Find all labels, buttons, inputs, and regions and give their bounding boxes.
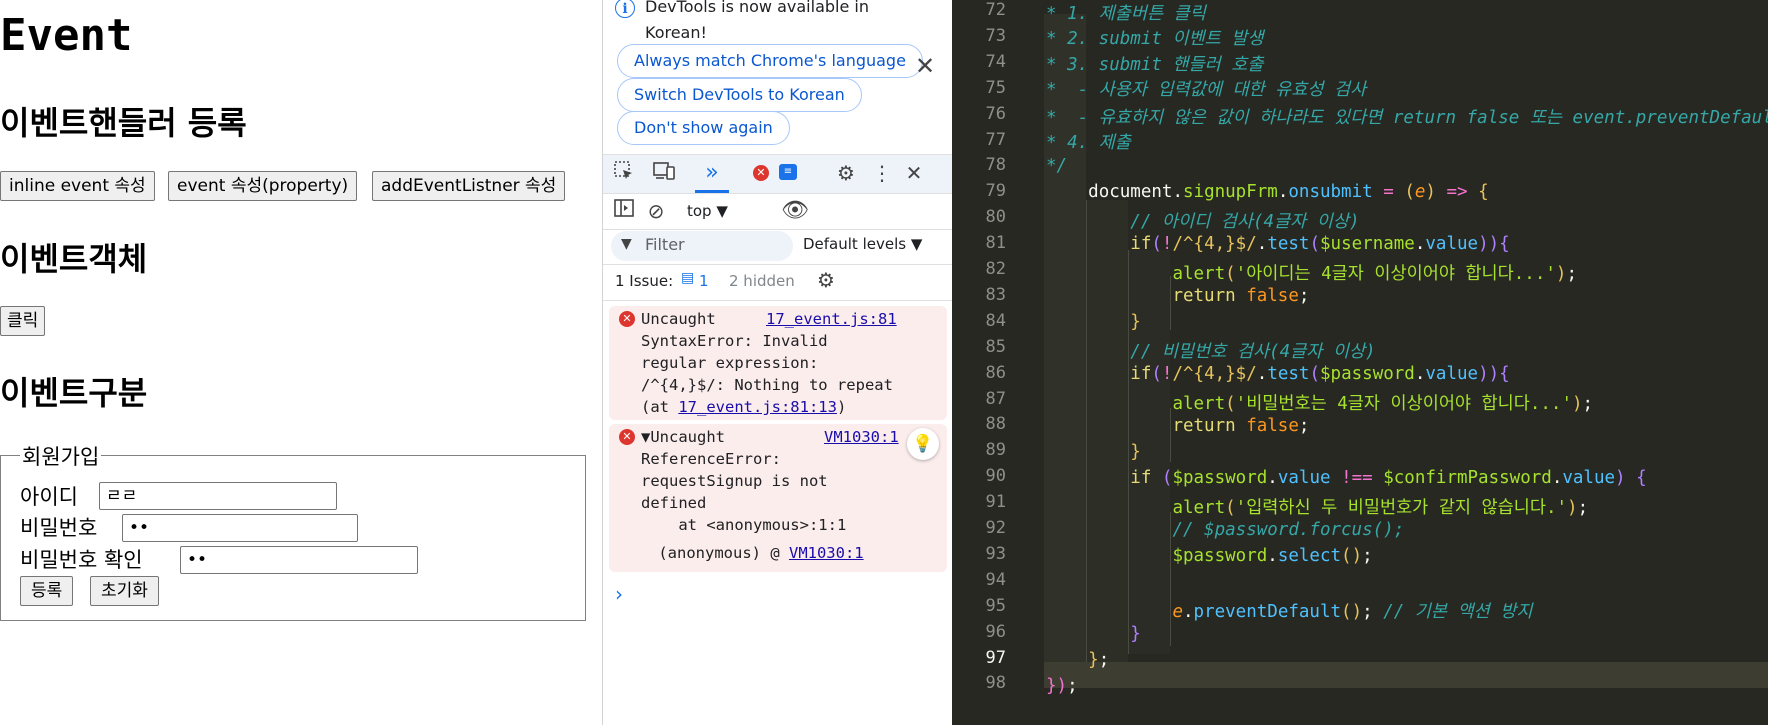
line-number: 91: [985, 492, 1006, 513]
stack-frame-link[interactable]: VM1030:1: [789, 544, 864, 562]
console-toolbar: ⊘ top ▼ 👁: [603, 193, 953, 230]
add-event-listener-button[interactable]: addEventListner 속성: [372, 171, 566, 201]
filter-icon: ▼: [621, 236, 632, 252]
error-message-line: ReferenceError:: [641, 450, 781, 468]
more-tabs-icon[interactable]: »: [699, 160, 725, 186]
line-number: 96: [985, 621, 1006, 642]
line-number: 76: [985, 103, 1006, 124]
line-number-gutter: 72 73 74 75 76 77 78 79 80 81 82 83 84 85 86 87 88 89 90 91…: [952, 0, 1012, 725]
issues-message-icon: ▤: [681, 270, 695, 286]
line-number: 94: [985, 569, 1006, 590]
hidden-count: 2 hidden: [729, 272, 795, 290]
clear-console-icon[interactable]: ⊘: [643, 198, 669, 224]
live-expression-eye-icon[interactable]: 👁: [781, 198, 809, 224]
close-devtools-icon[interactable]: ✕: [901, 160, 927, 186]
devtools-panel: i DevTools is now available in Korean! A…: [602, 0, 953, 725]
line-number: 73: [985, 25, 1006, 46]
line-number: 74: [985, 51, 1006, 72]
switch-to-korean-button[interactable]: Switch DevTools to Korean: [617, 78, 862, 112]
error-stack-line: at <anonymous>:1:1: [641, 516, 847, 534]
username-input[interactable]: ㄹㄹ: [99, 482, 337, 510]
ai-insight-lightbulb-icon[interactable]: 💡: [907, 428, 939, 460]
password-label: 비밀번호: [20, 516, 98, 540]
console-prompt[interactable]: ›: [615, 582, 623, 606]
line-number: 97: [985, 647, 1006, 668]
log-levels-dropdown[interactable]: Default levels ▼: [803, 235, 922, 253]
line-number: 89: [985, 440, 1006, 461]
page-title: Event: [0, 10, 133, 61]
inspect-element-icon[interactable]: [611, 160, 637, 186]
always-match-language-button[interactable]: Always match Chrome's language: [617, 44, 923, 78]
device-toolbar-icon[interactable]: [651, 160, 677, 186]
line-number: 93: [985, 543, 1006, 564]
error-source-link[interactable]: VM1030:1: [824, 426, 899, 448]
line-number: 80: [985, 207, 1006, 228]
issues-label[interactable]: 1 Issue:: [615, 272, 673, 290]
settings-gear-icon[interactable]: ⚙: [833, 160, 859, 186]
line-number: 82: [985, 259, 1006, 279]
event-property-button[interactable]: event 속성(property): [168, 171, 358, 201]
console-error-reference: ✕ ▼Uncaught VM1030:1 ReferenceError: req…: [609, 424, 947, 572]
error-uncaught-label: Uncaught: [641, 310, 716, 328]
messages-badge-icon[interactable]: ≡: [779, 164, 797, 180]
section-title-event-object: 이벤트객체: [0, 240, 148, 278]
sidebar-toggle-icon[interactable]: [611, 198, 637, 224]
info-icon: i: [615, 0, 635, 18]
error-location-link[interactable]: 17_event.js:81:13: [678, 398, 837, 416]
line-number: 95: [985, 595, 1006, 616]
line-number: 81: [985, 233, 1006, 254]
error-message-line: requestSignup is not: [641, 472, 828, 490]
language-banner-text: DevTools is now available in Korean!: [645, 0, 869, 42]
error-message-line: SyntaxError: Invalid: [641, 332, 828, 350]
error-icon: ✕: [619, 429, 635, 445]
error-message-line: /^{4,}$/: Nothing to repeat: [641, 376, 893, 394]
section-title-handler: 이벤트핸들러 등록: [0, 104, 247, 142]
line-number: 90: [985, 466, 1006, 487]
line-number: 85: [985, 336, 1006, 357]
error-icon: ✕: [619, 311, 635, 327]
error-stack-frame: (anonymous) @ VM1030:1: [649, 544, 864, 562]
line-number: 72: [985, 0, 1006, 20]
context-selector[interactable]: top ▼: [687, 202, 728, 220]
issues-count[interactable]: 1: [699, 272, 709, 290]
line-number: 98: [985, 673, 1006, 694]
error-message-line: defined: [641, 494, 707, 512]
kebab-menu-icon[interactable]: ⋮: [869, 160, 895, 186]
console-error-syntax: ✕ Uncaught 17_event.js:81 SyntaxError: I…: [609, 306, 947, 420]
error-uncaught-label[interactable]: ▼Uncaught: [641, 426, 725, 448]
dont-show-again-button[interactable]: Don't show again: [617, 111, 790, 145]
filter-placeholder: Filter: [645, 235, 685, 254]
console-settings-gear-icon[interactable]: ⚙: [817, 268, 835, 292]
error-location-line: (at 17_event.js:81:13): [641, 398, 847, 416]
line-number: 86: [985, 362, 1006, 383]
line-number: 84: [985, 310, 1006, 331]
line-number: 92: [985, 518, 1006, 538]
code-editor[interactable]: 72 73 74 75 76 77 78 79 80 81 82 83 84 85 86 87 88 89 90 91…: [952, 0, 1768, 725]
line-number: 78: [985, 155, 1006, 176]
signup-legend: 회원가입: [20, 441, 102, 471]
section-title-event-types: 이벤트구분: [0, 374, 148, 412]
web-page: Event 이벤트핸들러 등록 inline event 속성 event 속성…: [0, 0, 602, 725]
line-number: 77: [985, 129, 1006, 150]
confirm-password-label: 비밀번호 확인: [20, 548, 143, 572]
line-number: 87: [985, 388, 1006, 409]
errors-badge-icon[interactable]: ✕: [753, 165, 769, 181]
inline-event-button[interactable]: inline event 속성: [0, 171, 155, 201]
confirm-password-input[interactable]: ••: [180, 546, 418, 574]
line-number: 75: [985, 77, 1006, 98]
line-number: 88: [985, 414, 1006, 435]
submit-button[interactable]: 등록: [20, 576, 74, 606]
password-input[interactable]: ••: [122, 514, 358, 542]
line-number: 83: [985, 284, 1006, 305]
reset-button[interactable]: 초기화: [90, 576, 159, 606]
error-source-link[interactable]: 17_event.js:81: [766, 308, 897, 330]
line-number: 79: [985, 181, 1006, 202]
current-line-highlight: [1044, 662, 1768, 688]
error-message-line: regular expression:: [641, 354, 819, 372]
username-label: 아이디: [20, 485, 78, 509]
click-button[interactable]: 클릭: [0, 306, 46, 336]
console-filter-input[interactable]: [611, 231, 793, 261]
close-banner-icon[interactable]: ✕: [915, 52, 935, 80]
devtools-main-toolbar: » ✕ ≡ ⚙ ⋮ ✕: [603, 154, 953, 194]
